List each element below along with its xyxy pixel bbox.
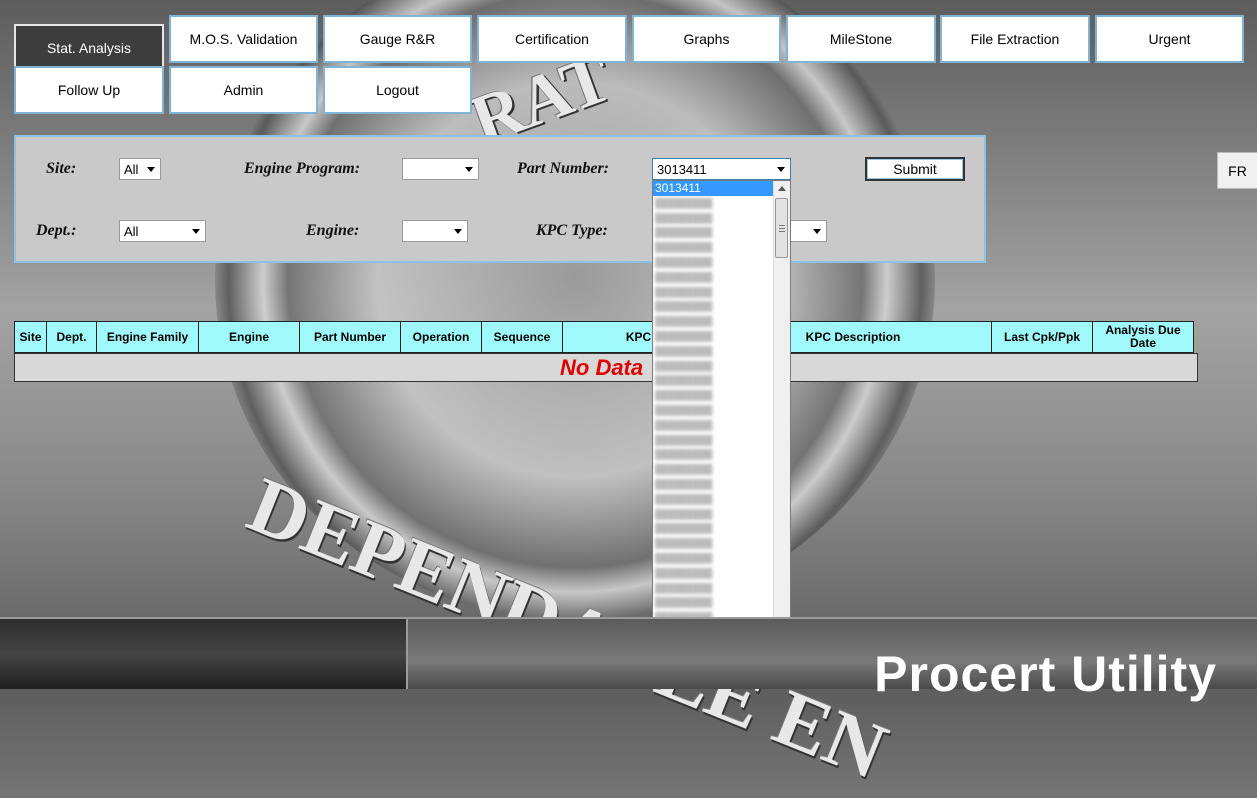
col-analysis-due-date-header: Analysis Due Date xyxy=(1092,321,1194,353)
obscured-list-item: █████████ xyxy=(655,538,713,549)
language-fr-button[interactable]: FR xyxy=(1217,152,1257,189)
dropdown-scrollbar[interactable] xyxy=(773,181,790,661)
obscured-list-item: █████████ xyxy=(655,301,713,312)
obscured-list-item: █████████ xyxy=(655,552,713,563)
nav-follow-up-button[interactable]: Follow Up xyxy=(14,66,164,114)
site-select[interactable]: All xyxy=(119,158,161,180)
kpc-type-label: KPC Type: xyxy=(536,222,608,239)
chevron-down-icon xyxy=(147,167,155,172)
grip-icon xyxy=(779,231,785,232)
chevron-down-icon xyxy=(813,229,821,234)
obscured-list-item: █████████ xyxy=(655,523,713,534)
footer-bar: Procert Utility xyxy=(0,617,1257,702)
obscured-list-item: █████████ xyxy=(655,360,713,371)
obscured-list-item: █████████ xyxy=(655,449,713,460)
col-operation-header: Operation xyxy=(400,321,482,353)
dept-select[interactable]: All xyxy=(119,220,206,242)
obscured-list-item: █████████ xyxy=(655,390,713,401)
obscured-items: █████████ █████████ █████████ █████████ ████… xyxy=(653,196,790,655)
no-data-message: No Data xyxy=(560,355,644,380)
obscured-list-item: █████████ xyxy=(655,434,713,445)
nav-stat-analysis-button[interactable]: Stat. Analysis xyxy=(14,24,164,72)
engine-program-select[interactable] xyxy=(402,158,479,180)
filter-panel xyxy=(14,135,986,263)
chevron-down-icon xyxy=(192,229,200,234)
scroll-up-icon[interactable] xyxy=(778,186,786,191)
col-engine-family-header: Engine Family xyxy=(96,321,199,353)
obscured-list-item: █████████ xyxy=(655,375,713,386)
obscured-list-item: █████████ xyxy=(655,582,713,593)
nav-file-extraction-button[interactable]: File Extraction xyxy=(940,15,1090,63)
engine-select[interactable] xyxy=(402,220,468,242)
nav-admin-button[interactable]: Admin xyxy=(169,66,318,114)
footer-right-panel: Procert Utility xyxy=(408,619,1257,702)
chevron-down-icon xyxy=(465,167,473,172)
nav-gauge-rr-button[interactable]: Gauge R&R xyxy=(323,15,472,63)
nav-mos-validation-button[interactable]: M.O.S. Validation xyxy=(169,15,318,63)
obscured-list-item: █████████ xyxy=(655,508,713,519)
obscured-list-item: █████████ xyxy=(655,271,713,282)
nav-certification-button[interactable]: Certification xyxy=(477,15,627,63)
obscured-list-item: █████████ xyxy=(655,316,713,327)
col-sequence-header: Sequence xyxy=(481,321,563,353)
col-last-cpk-header: Last Cpk/Ppk xyxy=(991,321,1093,353)
site-select-value: All xyxy=(124,161,139,177)
chevron-down-icon xyxy=(454,229,462,234)
obscured-list-item: █████████ xyxy=(655,419,713,430)
obscured-list-item: █████████ xyxy=(655,404,713,415)
part-number-select-value: 3013411 xyxy=(657,161,707,177)
nav-urgent-button[interactable]: Urgent xyxy=(1095,15,1244,63)
nav-graphs-button[interactable]: Graphs xyxy=(632,15,781,63)
col-engine-header: Engine xyxy=(198,321,300,353)
engine-program-label: Engine Program: xyxy=(244,160,361,177)
obscured-list-item: █████████ xyxy=(655,242,713,253)
part-number-dropdown-list[interactable]: 3013411 █████████ █████████ █████████ █████… xyxy=(652,180,791,662)
col-part-number-header: Part Number xyxy=(299,321,401,353)
dept-label: Dept.: xyxy=(36,222,77,239)
obscured-list-item: █████████ xyxy=(655,597,713,608)
scroll-thumb[interactable] xyxy=(775,198,788,258)
obscured-list-item: █████████ xyxy=(655,197,713,208)
col-dept-header: Dept. xyxy=(46,321,97,353)
obscured-list-item: █████████ xyxy=(655,345,713,356)
obscured-list-item: █████████ xyxy=(655,227,713,238)
obscured-list-item: █████████ xyxy=(655,478,713,489)
chevron-down-icon xyxy=(777,167,785,172)
grip-icon xyxy=(779,225,785,226)
obscured-list-item: █████████ xyxy=(655,212,713,223)
obscured-list-item: █████████ xyxy=(655,493,713,504)
engine-label: Engine: xyxy=(306,222,360,239)
part-number-select[interactable]: 3013411 xyxy=(652,158,791,180)
app-title: Procert Utility xyxy=(874,646,1217,702)
obscured-list-item: █████████ xyxy=(655,567,713,578)
nav-milestone-button[interactable]: MileStone xyxy=(786,15,936,63)
site-label: Site: xyxy=(46,160,77,177)
obscured-list-item: █████████ xyxy=(655,256,713,267)
col-site-header: Site xyxy=(14,321,47,353)
part-number-label: Part Number: xyxy=(517,160,609,177)
submit-button[interactable]: Submit xyxy=(865,157,965,181)
nav-logout-button[interactable]: Logout xyxy=(323,66,472,114)
obscured-list-item: █████████ xyxy=(655,330,713,341)
obscured-list-item: █████████ xyxy=(655,286,713,297)
grip-icon xyxy=(779,228,785,229)
list-item[interactable]: 3013411 xyxy=(653,181,775,196)
obscured-list-item: █████████ xyxy=(655,464,713,475)
dept-select-value: All xyxy=(124,223,139,239)
